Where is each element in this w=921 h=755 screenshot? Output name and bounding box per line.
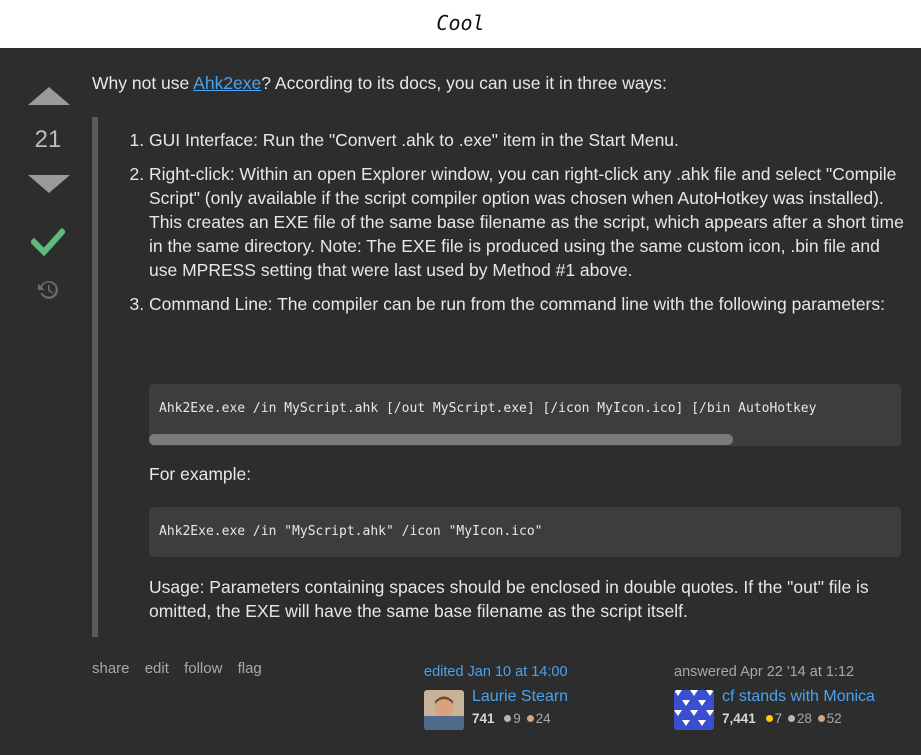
horizontal-scrollbar[interactable]: [149, 434, 733, 445]
share-link[interactable]: share: [92, 660, 130, 677]
code-block-command: Ahk2Exe.exe /in MyScript.ahk [/out MyScr…: [149, 384, 901, 446]
editor-name-link[interactable]: Laurie Stearn: [472, 688, 568, 706]
blockquote-bar: [92, 117, 98, 637]
bronze-badge-icon: [526, 715, 534, 723]
reputation: 7,441: [722, 711, 756, 726]
reputation: 741: [472, 711, 495, 726]
silver-count: 9: [513, 711, 521, 726]
example-label: For example:: [149, 464, 252, 484]
intro-text: Why not use: [92, 73, 194, 93]
avatar[interactable]: [424, 690, 464, 730]
answer-time-link[interactable]: answered Apr 22 '14 at 1:12: [674, 664, 904, 680]
vote-count: 21: [34, 126, 62, 153]
list-item: Right-click: Within an open Explorer win…: [149, 162, 909, 282]
edit-link[interactable]: edit: [145, 660, 169, 677]
upvote-arrow-icon[interactable]: [28, 87, 70, 105]
code-block-example: Ahk2Exe.exe /in "MyScript.ahk" /icon "My…: [149, 507, 901, 557]
ahk2exe-link[interactable]: Ahk2exe: [193, 73, 261, 93]
answer-intro: Why not use Ahk2exe? According to its do…: [92, 71, 912, 95]
bronze-count: 24: [535, 711, 551, 726]
author-stats: 7,441 7 28 52: [722, 711, 842, 726]
bronze-badge-icon: [817, 715, 825, 723]
silver-badge-icon: [787, 715, 795, 723]
post-menu: share edit follow flag: [92, 660, 273, 677]
bronze-count: 52: [826, 711, 842, 726]
edit-time-link[interactable]: edited Jan 10 at 14:00: [424, 664, 654, 680]
checkmark-icon: [31, 227, 65, 257]
silver-count: 28: [796, 711, 812, 726]
page-title: Cool: [436, 11, 485, 35]
editor-signature: edited Jan 10 at 14:00 Laurie Stearn 741…: [424, 664, 654, 730]
history-icon[interactable]: [36, 278, 60, 302]
flag-link[interactable]: flag: [238, 660, 262, 677]
list-item: Command Line: The compiler can be run fr…: [149, 292, 909, 316]
gold-count: 7: [774, 711, 783, 726]
author-name-link[interactable]: cf stands with Monica: [722, 688, 875, 706]
silver-badge-icon: [504, 715, 512, 723]
editor-stats: 741 9 24: [472, 711, 551, 726]
author-signature: answered Apr 22 '14 at 1:12 cf stands wi…: [674, 664, 904, 730]
title-bar: Cool: [0, 0, 921, 48]
avatar[interactable]: [674, 690, 714, 730]
usage-text: Usage: Parameters containing spaces shou…: [149, 577, 869, 621]
gold-badge-icon: [765, 715, 773, 723]
downvote-arrow-icon[interactable]: [28, 175, 70, 193]
code-text: Ahk2Exe.exe /in MyScript.ahk [/out MyScr…: [159, 401, 817, 416]
follow-link[interactable]: follow: [184, 660, 222, 677]
list-item: GUI Interface: Run the "Convert .ahk to …: [149, 128, 909, 152]
code-text: Ahk2Exe.exe /in "MyScript.ahk" /icon "My…: [159, 524, 543, 539]
methods-list: GUI Interface: Run the "Convert .ahk to …: [127, 128, 909, 326]
intro-text-end: ? According to its docs, you can use it …: [261, 73, 667, 93]
